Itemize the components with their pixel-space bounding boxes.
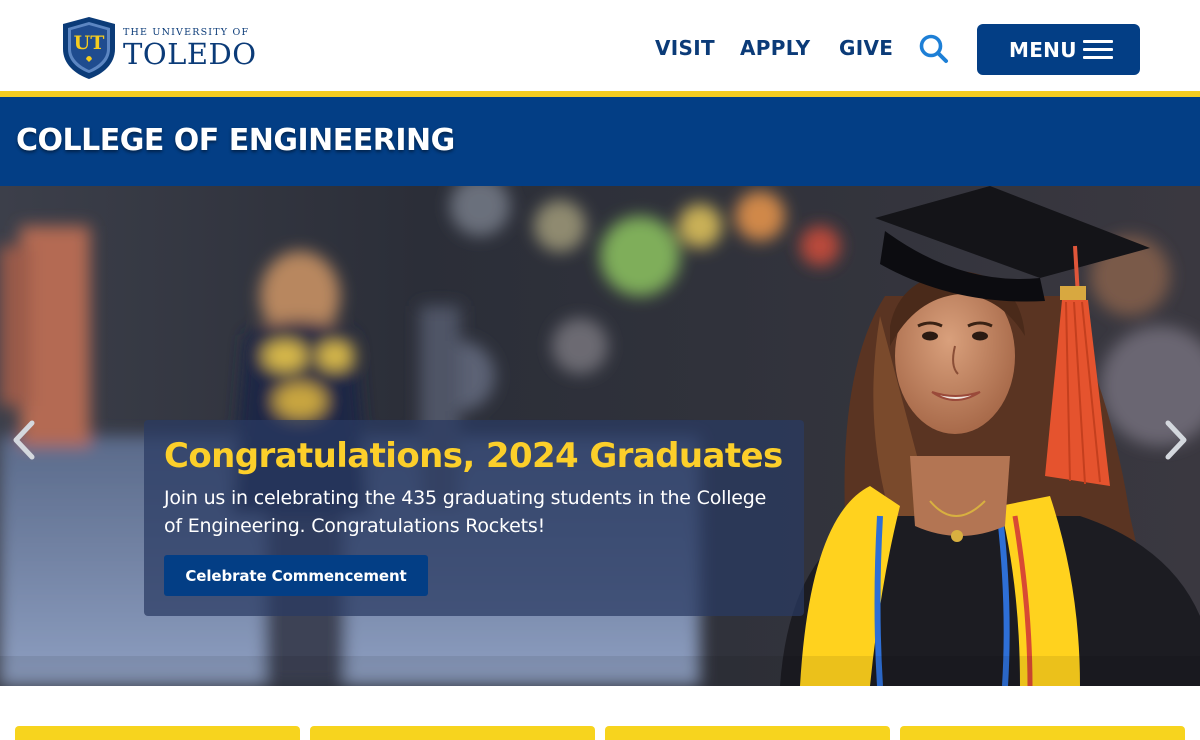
nav-give-link[interactable]: GIVE xyxy=(839,36,893,60)
logo-wordmark: THE UNIVERSITY OF TOLEDO xyxy=(123,27,257,69)
celebrate-commencement-button[interactable]: Celebrate Commencement xyxy=(164,555,428,596)
menu-button[interactable]: MENU xyxy=(977,24,1140,75)
hero-carousel: Congratulations, 2024 Graduates Join us … xyxy=(0,186,1200,686)
chevron-left-icon xyxy=(13,420,35,460)
hamburger-icon xyxy=(1082,40,1113,59)
site-header: UT THE UNIVERSITY OF TOLEDO VISIT APPLY … xyxy=(0,0,1200,91)
nav-visit-link[interactable]: VISIT xyxy=(655,36,715,60)
shield-icon: UT xyxy=(63,17,115,79)
nav-apply-link[interactable]: APPLY xyxy=(740,36,810,60)
quick-link-card[interactable] xyxy=(310,726,595,740)
hero-caption: Congratulations, 2024 Graduates Join us … xyxy=(144,420,804,616)
search-button[interactable] xyxy=(916,31,950,65)
hero-text: Join us in celebrating the 435 graduatin… xyxy=(164,487,767,537)
college-title: COLLEGE OF ENGINEERING xyxy=(16,123,455,158)
hero-title: Congratulations, 2024 Graduates xyxy=(164,436,783,476)
quick-links-row xyxy=(0,686,1200,740)
logo-monogram: UT xyxy=(74,32,105,54)
logo-big-text: TOLEDO xyxy=(123,37,257,71)
menu-label: MENU xyxy=(1009,37,1077,62)
university-logo[interactable]: UT THE UNIVERSITY OF TOLEDO xyxy=(60,15,257,81)
quick-link-card[interactable] xyxy=(605,726,890,740)
carousel-prev-button[interactable] xyxy=(8,418,40,462)
carousel-next-button[interactable] xyxy=(1160,418,1192,462)
chevron-right-icon xyxy=(1165,420,1187,460)
quick-link-card[interactable] xyxy=(900,726,1185,740)
quick-link-card[interactable] xyxy=(15,726,300,740)
search-icon xyxy=(919,34,948,63)
college-banner: COLLEGE OF ENGINEERING xyxy=(0,97,1200,186)
